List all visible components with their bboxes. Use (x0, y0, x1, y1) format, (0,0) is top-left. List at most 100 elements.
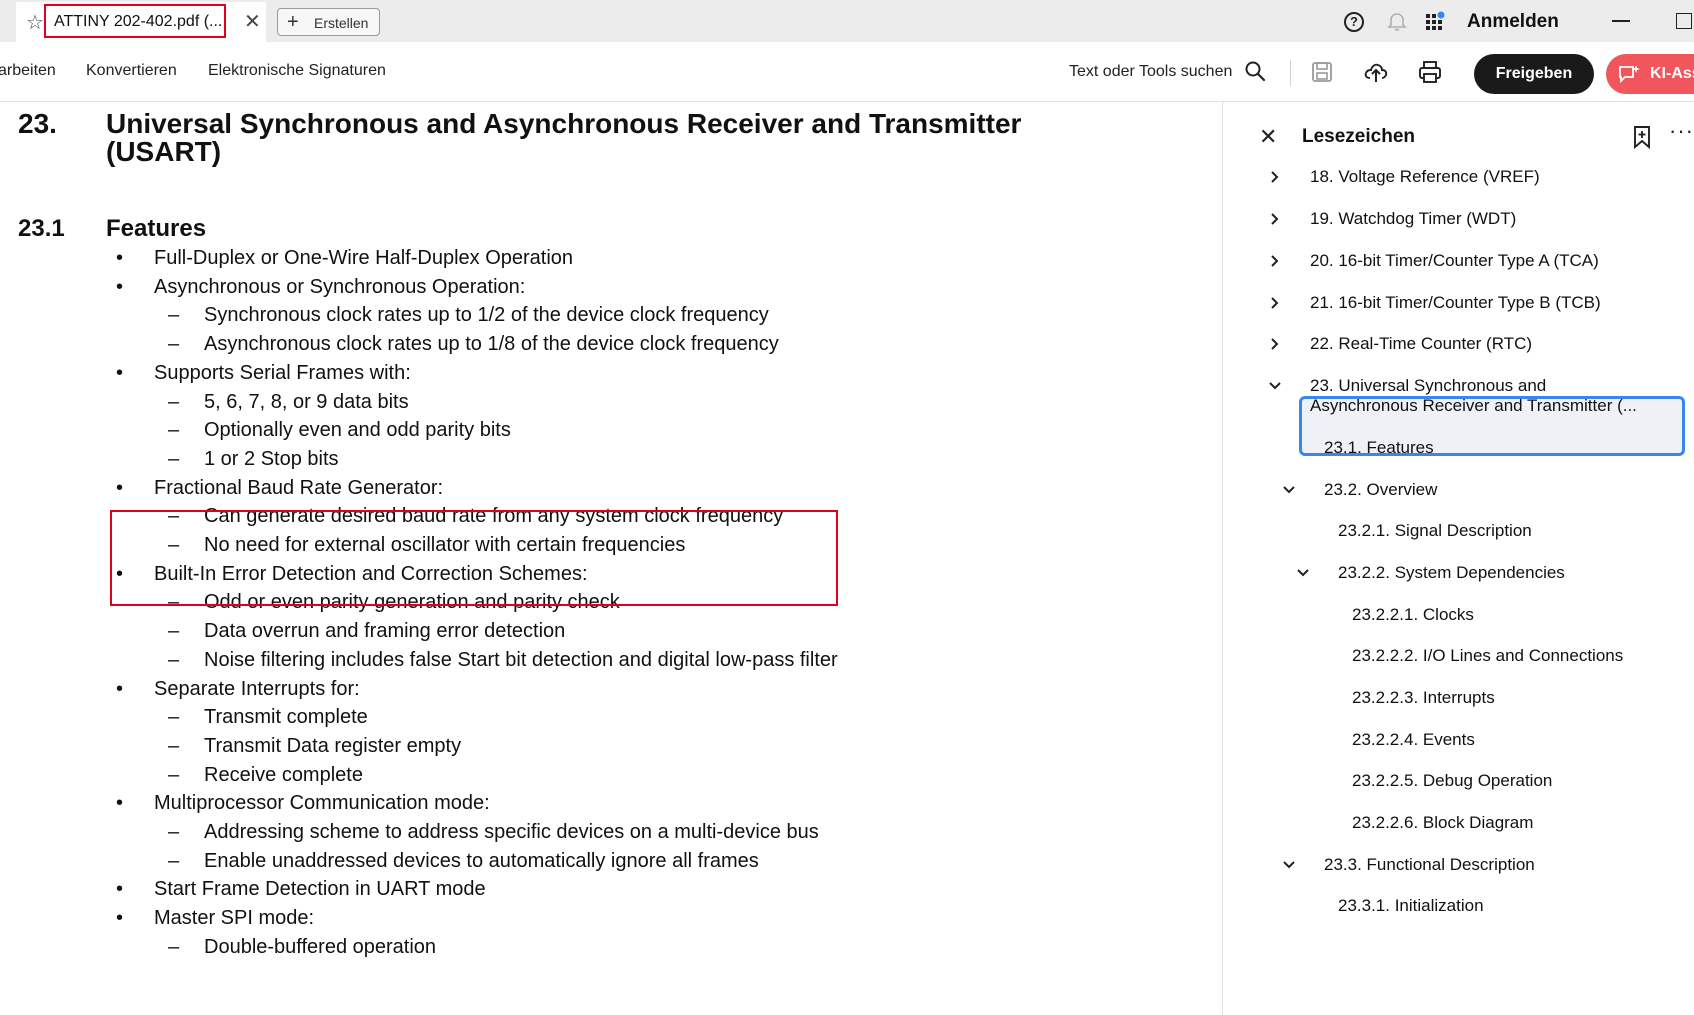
menu-bar: arbeiten Konvertieren Elektronische Sign… (0, 42, 1694, 102)
feature-item: Fractional Baud Rate Generator: (154, 476, 444, 499)
title-bar: ☆ ATTINY 202-402.pdf (... ✕ + Erstellen … (0, 0, 1694, 42)
feature-item: Asynchronous or Synchronous Operation: (154, 275, 526, 298)
chevron-right-icon[interactable] (1267, 211, 1283, 227)
bookmark-item[interactable]: 21. 16-bit Timer/Counter Type B (TCB) (1310, 293, 1601, 313)
signin-button[interactable]: Anmelden (1467, 11, 1559, 33)
bullet-marker: • (116, 907, 124, 930)
apps-grid-icon[interactable] (1424, 10, 1448, 34)
search-icon[interactable] (1243, 59, 1267, 83)
tab-title: ATTINY 202-402.pdf (... (54, 13, 223, 30)
dash-marker: – (168, 447, 180, 470)
bookmark-item[interactable]: 23.3. Functional Description (1324, 855, 1535, 875)
print-icon[interactable] (1416, 58, 1444, 86)
dash-marker: – (168, 849, 180, 872)
chevron-right-icon[interactable] (1267, 253, 1283, 269)
bell-icon[interactable] (1386, 11, 1408, 33)
section-title: Universal Synchronous and Asynchronous R… (106, 108, 1022, 139)
feature-subitem: Asynchronous clock rates up to 1/8 of th… (204, 333, 779, 356)
maximize-icon[interactable] (1676, 13, 1692, 29)
chevron-right-icon[interactable] (1267, 336, 1283, 352)
dash-marker: – (168, 620, 180, 643)
feature-subitem: Receive complete (204, 763, 363, 786)
chevron-down-icon[interactable] (1267, 378, 1283, 394)
dash-marker: – (168, 734, 180, 757)
document-tab[interactable]: ☆ ATTINY 202-402.pdf (... ✕ (16, 2, 266, 42)
help-icon[interactable]: ? (1344, 12, 1364, 32)
bookmark-item[interactable]: 23.3.1. Initialization (1338, 896, 1484, 916)
bookmark-item[interactable]: 19. Watchdog Timer (WDT) (1310, 209, 1516, 229)
save-icon[interactable] (1308, 58, 1336, 86)
bullet-marker: • (116, 677, 124, 700)
feature-item: Multiprocessor Communication mode: (154, 792, 490, 815)
section-number: 23. (18, 108, 57, 139)
bookmark-item[interactable]: 23.2.2.2. I/O Lines and Connections (1352, 646, 1623, 666)
feature-subitem: Optionally even and odd parity bits (204, 419, 511, 442)
star-icon[interactable]: ☆ (24, 12, 46, 34)
bullet-marker: • (116, 792, 124, 815)
highlight-box (110, 510, 838, 606)
dash-marker: – (168, 419, 180, 442)
bookmark-item[interactable]: 23.2.2.4. Events (1352, 730, 1475, 750)
dash-marker: – (168, 935, 180, 958)
add-bookmark-icon[interactable] (1630, 124, 1654, 150)
bullet-marker: • (116, 878, 124, 901)
bookmark-item[interactable]: 23.2. Overview (1324, 480, 1437, 500)
document-viewer[interactable]: 23. Universal Synchronous and Asynchrono… (0, 102, 1200, 1015)
subsection-number: 23.1 (18, 215, 65, 242)
bookmark-item-continued[interactable]: Asynchronous Receiver and Transmitter (.… (1310, 396, 1637, 416)
bookmark-item[interactable]: 23.2.2.1. Clocks (1352, 605, 1474, 625)
bookmark-item[interactable]: 23.2.2.6. Block Diagram (1352, 813, 1533, 833)
minimize-icon[interactable] (1612, 20, 1630, 22)
bookmark-item[interactable]: 20. 16-bit Timer/Counter Type A (TCA) (1310, 251, 1599, 271)
bookmark-item[interactable]: 23.1. Features (1324, 438, 1434, 458)
chevron-down-icon[interactable] (1295, 565, 1311, 581)
toolbar-divider (1290, 60, 1291, 86)
menu-item-convert[interactable]: Konvertieren (86, 62, 177, 80)
feature-subitem: 1 or 2 Stop bits (204, 447, 339, 470)
bookmark-item[interactable]: 23.2.2.5. Debug Operation (1352, 771, 1552, 791)
chevron-right-icon[interactable] (1267, 295, 1283, 311)
bookmark-item[interactable]: 23.2.2.3. Interrupts (1352, 688, 1495, 708)
menu-item-edit[interactable]: arbeiten (0, 62, 56, 80)
chevron-right-icon[interactable] (1267, 169, 1283, 185)
panel-title: Lesezeichen (1302, 126, 1415, 147)
share-button[interactable]: Freigeben (1474, 54, 1594, 94)
bookmarks-panel: ✕ Lesezeichen ··· 18. Voltage Reference … (1223, 102, 1694, 1015)
chevron-down-icon[interactable] (1281, 857, 1297, 873)
dash-marker: – (168, 648, 180, 671)
close-icon[interactable]: ✕ (244, 10, 261, 34)
create-button[interactable]: + Erstellen (277, 8, 380, 36)
more-options-icon[interactable]: ··· (1669, 118, 1694, 144)
bullet-marker: • (116, 361, 124, 384)
chevron-down-icon[interactable] (1281, 482, 1297, 498)
bullet-marker: • (116, 247, 124, 269)
bookmark-item[interactable]: 22. Real-Time Counter (RTC) (1310, 334, 1532, 354)
plus-icon: + (287, 11, 299, 33)
menu-item-esign[interactable]: Elektronische Signaturen (208, 62, 386, 80)
dash-marker: – (168, 706, 180, 729)
bullet-marker: • (116, 275, 124, 298)
cloud-upload-icon[interactable] (1362, 58, 1390, 86)
dash-marker: – (168, 821, 180, 843)
feature-item: Master SPI mode: (154, 907, 315, 930)
ai-assistant-icon (1619, 65, 1640, 84)
bookmark-item[interactable]: 23.2.2. System Dependencies (1338, 563, 1565, 583)
dash-marker: – (168, 763, 180, 786)
dash-marker: – (168, 390, 180, 413)
dash-marker: – (168, 333, 180, 356)
dash-marker: – (168, 304, 180, 327)
close-icon[interactable]: ✕ (1259, 124, 1277, 150)
bookmark-item[interactable]: 18. Voltage Reference (VREF) (1310, 167, 1540, 187)
bookmark-item[interactable]: 23. Universal Synchronous and (1310, 376, 1546, 396)
feature-subitem: Transmit complete (204, 706, 368, 729)
bookmark-item[interactable]: 23.2.1. Signal Description (1338, 521, 1532, 541)
create-button-label: Erstellen (314, 15, 369, 31)
section-title-continued: (USART) (106, 136, 222, 167)
subsection-title: Features (106, 215, 207, 242)
feature-subitem: Double-buffered operation (204, 935, 437, 958)
feature-subitem: Data overrun and framing error detection (204, 620, 566, 643)
search-tools-label[interactable]: Text oder Tools suchen (1069, 63, 1232, 81)
feature-subitem: 5, 6, 7, 8, or 9 data bits (204, 390, 409, 413)
feature-subitem: Enable unaddressed devices to automatica… (204, 849, 759, 872)
feature-item: Full-Duplex or One-Wire Half-Duplex Oper… (154, 247, 574, 269)
